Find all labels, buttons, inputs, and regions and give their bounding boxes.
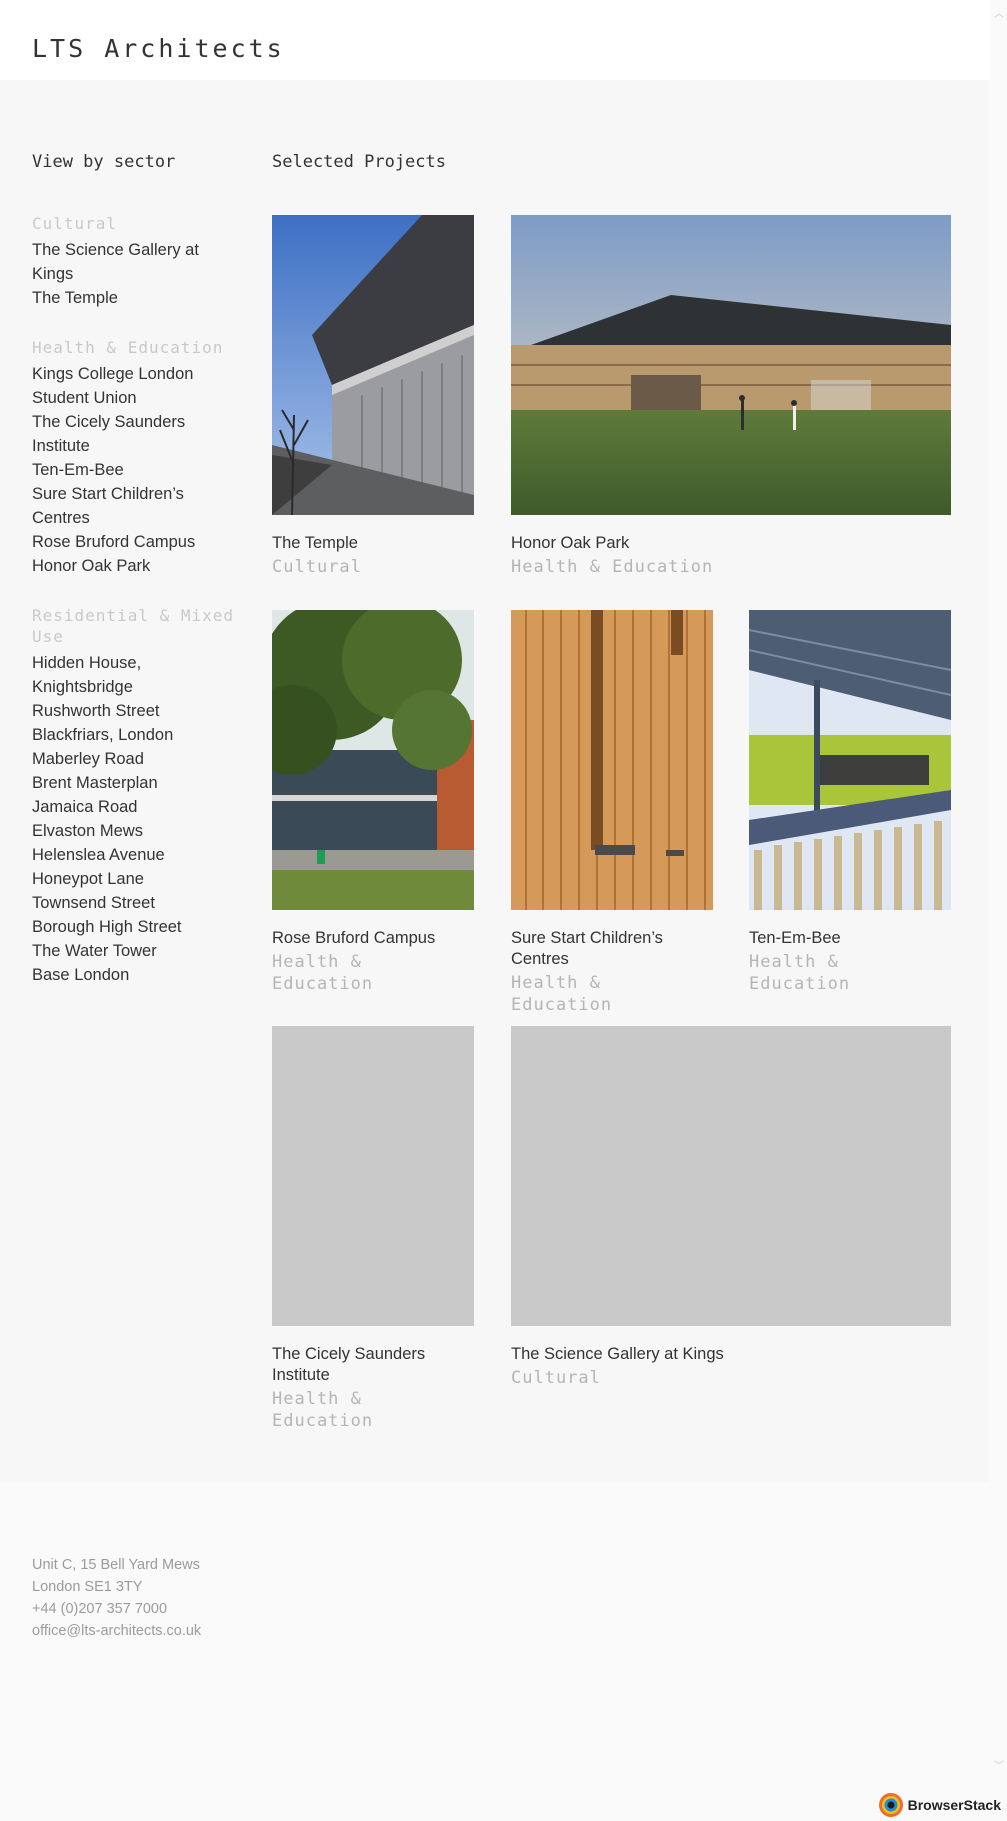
project-title[interactable]: The Science Gallery at Kings [511,1344,951,1365]
sidebar-project-link[interactable]: The Cicely Saunders Institute [32,410,242,458]
project-title[interactable]: Ten-Em-Bee [749,928,951,949]
scroll-up-icon[interactable]: ︿ [994,10,1004,20]
project-card-science-gallery[interactable]: The Science Gallery at Kings Cultural [511,1026,951,1389]
sector-title[interactable]: Residential & Mixed Use [32,605,242,647]
email-link[interactable]: office@lts-architects.co.uk [32,1620,201,1642]
project-photo[interactable] [511,215,951,515]
project-category: Health & Education [749,952,851,994]
project-card-honor-oak-park[interactable]: Honor Oak Park Health & Education [511,215,951,578]
project-category: Health & Education [511,557,714,577]
project-photo-placeholder[interactable] [272,1026,474,1326]
sidebar-project-link[interactable]: Blackfriars, London [32,723,242,747]
sector-title[interactable]: Health & Education [32,337,242,358]
project-card-the-temple[interactable]: The Temple Cultural [272,215,474,578]
sidebar-project-link[interactable]: Brent Masterplan [32,771,242,795]
sidebar-project-link[interactable]: Ten-Em-Bee [32,458,242,482]
sector-project-list: Kings College London Student Union The C… [32,362,242,578]
project-card-ten-em-bee[interactable]: Ten-Em-Bee Health & Education [749,610,951,995]
project-title[interactable]: Rose Bruford Campus [272,928,474,949]
sidebar-heading: View by sector [32,152,176,172]
site-logo[interactable]: LTS Architects [32,34,285,63]
project-card-cicely-saunders[interactable]: The Cicely Saunders Institute Health & E… [272,1026,474,1432]
sidebar-project-link[interactable]: Honeypot Lane [32,867,242,891]
sidebar-project-link[interactable]: Helenslea Avenue [32,843,242,867]
project-photo-placeholder[interactable] [511,1026,951,1326]
site-footer: Unit C, 15 Bell Yard Mews London SE1 3TY… [0,1482,990,1821]
sidebar-project-link[interactable]: Jamaica Road [32,795,242,819]
sidebar-project-link[interactable]: Maberley Road [32,747,242,771]
sidebar-project-link[interactable]: Honor Oak Park [32,554,242,578]
sector-residential-mixed-use: Residential & Mixed Use Hidden House, Kn… [32,605,242,987]
project-card-sure-start[interactable]: Sure Start Children’s Centres Health & E… [511,610,713,1016]
browserstack-badge: BrowserStack [878,1791,1001,1819]
project-category: Health & Education [511,973,613,1015]
sidebar-project-link[interactable]: Townsend Street [32,891,242,915]
project-category: Health & Education [272,1389,374,1431]
sidebar-project-link[interactable]: Sure Start Children’s Centres [32,482,242,530]
project-category: Cultural [272,557,362,577]
sidebar-project-link[interactable]: The Science Gallery at Kings [32,238,242,286]
sidebar-project-link[interactable]: Elvaston Mews [32,819,242,843]
sector-health-education: Health & Education Kings College London … [32,337,242,578]
sector-project-list: Hidden House, Knightsbridge Rushworth St… [32,651,242,987]
sidebar-project-link[interactable]: Borough High Street [32,915,242,939]
address-line: London SE1 3TY [32,1579,143,1595]
browserstack-label: BrowserStack [907,1797,1001,1813]
project-category: Health & Education [272,952,374,994]
browserstack-logo-icon [878,1793,903,1817]
project-card-rose-bruford-campus[interactable]: Rose Bruford Campus Health & Education [272,610,474,995]
contact-details: Unit C, 15 Bell Yard Mews London SE1 3TY… [32,1554,201,1642]
sector-title[interactable]: Cultural [32,213,242,234]
project-photo[interactable] [272,610,474,910]
phone-number[interactable]: +44 (0)207 357 7000 [32,1598,201,1620]
sidebar-project-link[interactable]: Base London [32,963,242,987]
project-category: Cultural [511,1368,601,1388]
project-title[interactable]: Sure Start Children’s Centres [511,928,713,970]
project-photo[interactable] [272,215,474,515]
address-line: Unit C, 15 Bell Yard Mews [32,1557,200,1573]
sidebar-project-link[interactable]: Hidden House, Knightsbridge [32,651,242,699]
sidebar-project-link[interactable]: Rose Bruford Campus [32,530,242,554]
sidebar-project-link[interactable]: Rushworth Street [32,699,242,723]
sidebar-project-link[interactable]: The Temple [32,286,242,310]
sidebar-project-link[interactable]: The Water Tower [32,939,242,963]
sector-cultural: Cultural The Science Gallery at Kings Th… [32,213,242,310]
section-title: Selected Projects [272,152,446,172]
project-title[interactable]: The Cicely Saunders Institute [272,1344,474,1386]
scroll-down-icon[interactable]: ﹀ [994,1762,1004,1772]
project-title[interactable]: The Temple [272,533,474,554]
project-title[interactable]: Honor Oak Park [511,533,951,554]
sector-project-list: The Science Gallery at Kings The Temple [32,238,242,310]
site-header: LTS Architects [0,0,990,80]
sidebar-project-link[interactable]: Kings College London Student Union [32,362,242,410]
project-photo[interactable] [511,610,713,910]
project-photo[interactable] [749,610,951,910]
scrollbar[interactable]: ︿ ﹀ [990,0,1007,1821]
